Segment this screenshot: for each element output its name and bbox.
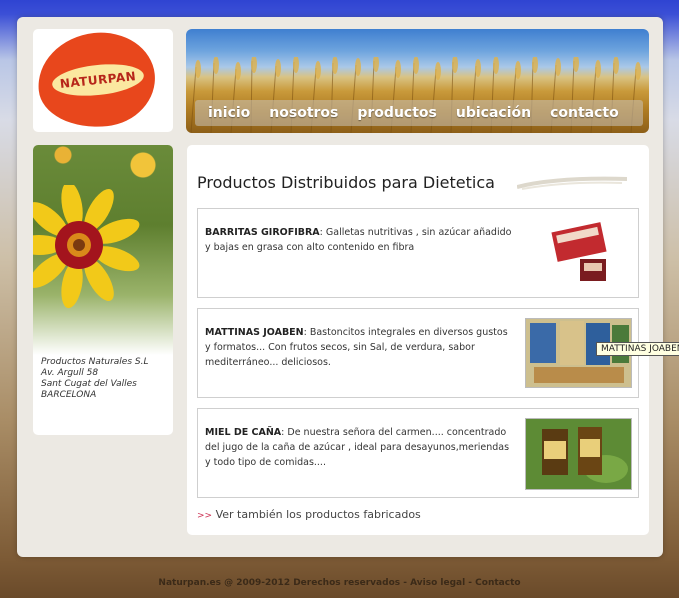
product-name[interactable]: MATTINAS JOABEN: [205, 327, 304, 338]
logo[interactable]: NATURPAN ®: [33, 27, 173, 133]
more-products-label: Ver también los productos fabricados: [215, 508, 421, 521]
product-text: MATTINAS JOABEN: Bastoncitos integrales …: [205, 325, 515, 370]
flower-image: [33, 185, 140, 309]
main-content: Productos Distribuidos para Dietetica BA…: [187, 145, 649, 535]
address-line: Productos Naturales S.L: [41, 357, 149, 367]
more-products-link[interactable]: >> Ver también los productos fabricados: [197, 508, 421, 521]
product-name[interactable]: BARRITAS GIROFIBRA: [205, 227, 320, 238]
address-line: Sant Cugat del Valles: [41, 379, 137, 389]
main-nav: inicio nosotros productos ubicación cont…: [195, 100, 643, 126]
nav-nosotros[interactable]: nosotros: [269, 105, 338, 121]
product-item: MATTINAS JOABEN: Bastoncitos integrales …: [197, 308, 639, 398]
nav-inicio[interactable]: inicio: [208, 105, 250, 121]
address-line: BARCELONA: [41, 390, 97, 400]
product-item: MIEL DE CAÑA: De nuestra señora del carm…: [197, 408, 639, 498]
product-item: BARRITAS GIROFIBRA: Galletas nutritivas …: [197, 208, 639, 298]
logo-registered-mark: ®: [148, 37, 155, 45]
nav-ubicacion[interactable]: ubicación: [456, 105, 531, 121]
logo-text: NATURPAN: [59, 69, 137, 91]
page-title: Productos Distribuidos para Dietetica: [197, 173, 495, 192]
nav-productos[interactable]: productos: [357, 105, 436, 121]
product-text: MIEL DE CAÑA: De nuestra señora del carm…: [205, 425, 515, 470]
product-image-girofibra[interactable]: [532, 215, 636, 291]
address-line: Av. Argull 58: [41, 368, 99, 378]
sidebar: Productos Naturales S.L Av. Argull 58 Sa…: [33, 145, 173, 435]
company-address: Productos Naturales S.L Av. Argull 58 Sa…: [41, 357, 148, 401]
nav-contacto[interactable]: contacto: [550, 105, 619, 121]
double-arrow-icon: >>: [197, 511, 213, 521]
product-name[interactable]: MIEL DE CAÑA: [205, 427, 281, 438]
footer: Naturpan.es @ 2009-2012 Derechos reserva…: [158, 578, 521, 588]
product-text: BARRITAS GIROFIBRA: Galletas nutritivas …: [205, 225, 515, 255]
image-tooltip: MATTINAS JOABEN: [596, 342, 679, 356]
title-swoosh-decoration: [517, 176, 627, 190]
product-image-miel-de-cana[interactable]: [525, 418, 632, 490]
